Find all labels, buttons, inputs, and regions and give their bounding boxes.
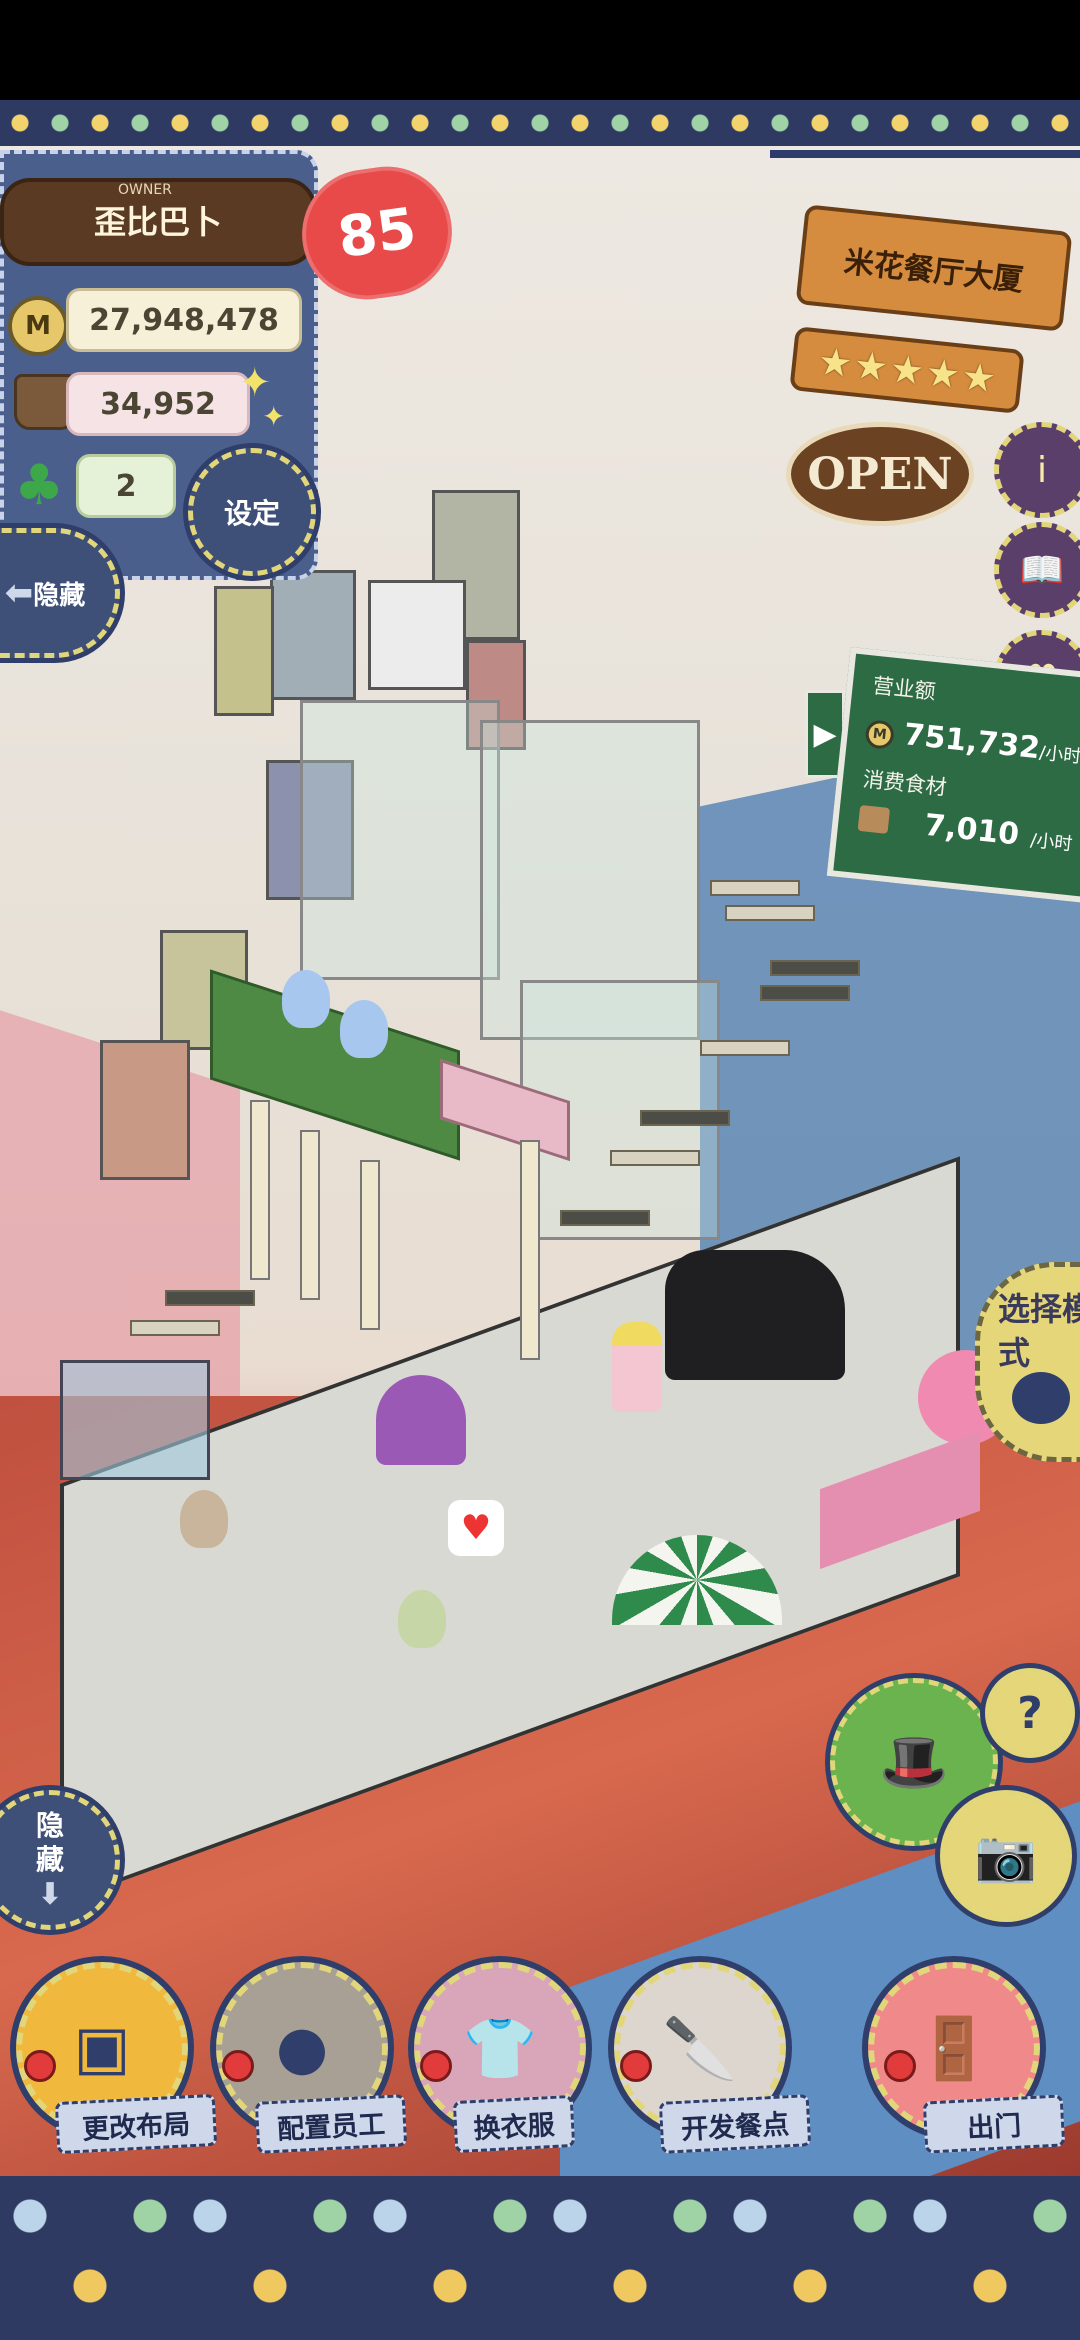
assign-staff-label[interactable]: 配置员工 (254, 2094, 408, 2154)
stair-step (165, 1290, 255, 1306)
develop-dish-label[interactable]: 开发餐点 (658, 2094, 812, 2154)
star-icon: ★ (923, 350, 963, 398)
question-icon: ? (1017, 1687, 1043, 1739)
sales-value: 751,732/小时 (902, 717, 1080, 770)
arrow-down-icon: ⬇ (37, 1876, 63, 1912)
book-icon: 📖 (1019, 550, 1065, 591)
settings-label: 设定 (223, 497, 280, 530)
table-icon: ▣ (73, 2013, 131, 2083)
change-layout-label[interactable]: 更改布局 (54, 2093, 218, 2155)
coin-icon: M (8, 296, 68, 356)
star-border-top (0, 100, 1080, 146)
blue-bunny (340, 1000, 388, 1058)
book-button[interactable]: 📖 (994, 522, 1080, 618)
purple-cake (376, 1375, 466, 1465)
coin-icon: M (864, 719, 896, 750)
column (360, 1160, 380, 1330)
column (300, 1130, 320, 1300)
glass-frame (300, 700, 500, 980)
customer-bear (398, 1590, 446, 1648)
stair-step (760, 985, 850, 1001)
heart-speech-bubble: ♥ (448, 1500, 504, 1556)
tower-block (214, 586, 274, 716)
stair-step (700, 1040, 790, 1056)
tower-block (270, 570, 356, 700)
hide-label: 隐藏 (33, 580, 86, 611)
stair-step (710, 880, 800, 896)
arrow-left-icon: ⬅ (4, 573, 34, 613)
star-icon: ★ (959, 353, 998, 402)
notification-pin (24, 2050, 56, 2082)
camera-icon: 📷 (974, 1826, 1038, 1885)
help-button[interactable]: ? (985, 1668, 1075, 1758)
sales-unit: /小时 (1038, 742, 1080, 768)
food-used-label: 消费食材 (861, 767, 948, 800)
knife-icon: 🔪 (662, 2013, 738, 2084)
coin-count: 27,948,478 (66, 288, 302, 352)
shirt-icon: 👕 (462, 2013, 538, 2084)
food-count: 34,952 (66, 372, 250, 436)
info-button[interactable]: i (994, 422, 1080, 518)
hat-icon: 🎩 (879, 1730, 949, 1795)
go-out-label[interactable]: 出门 (922, 2094, 1066, 2154)
owner-tag: OWNER (118, 182, 172, 198)
tower-block (100, 1040, 190, 1180)
stair-step (640, 1110, 730, 1126)
door-icon: 🚪 (916, 2013, 992, 2084)
notification-pin (222, 2050, 254, 2082)
grand-piano (665, 1250, 845, 1380)
notification-pin (420, 2050, 452, 2082)
bear-icon (1012, 1372, 1070, 1424)
clover-icon: ♣ (14, 453, 65, 518)
stair-step (610, 1150, 700, 1166)
blue-bunny (282, 970, 330, 1028)
sales-label: 营业额 (871, 673, 937, 705)
camera-button[interactable]: 📷 (940, 1790, 1072, 1922)
sales-number: 751,732 (902, 717, 1042, 767)
star-icon: ★ (815, 338, 855, 387)
stair-step (560, 1210, 650, 1226)
food-used-unit: /小时 (1029, 829, 1074, 856)
food-used-number: 7,010 (922, 807, 1021, 853)
column (520, 1140, 540, 1360)
hide-label: 隐藏 (35, 1808, 64, 1876)
stair-step (725, 905, 815, 921)
clover-count: 2 (76, 454, 176, 518)
star-icon: ★ (887, 346, 927, 394)
food-basket-icon (857, 804, 891, 834)
change-clothes-label[interactable]: 换衣服 (452, 2094, 576, 2154)
settings-button[interactable]: 设定 (188, 448, 316, 576)
stair-step (770, 960, 860, 976)
star-icon: ★ (851, 342, 891, 390)
food-used-value: 7,010/小时 (923, 808, 1075, 858)
notification-pin (884, 2050, 916, 2082)
notification-pin (620, 2050, 652, 2082)
waitress-character (612, 1322, 662, 1412)
stair-step (130, 1320, 220, 1336)
revenue-board: 营业额 M 751,732/小时 消费食材 7,010/小时 (826, 647, 1080, 903)
info-icon: i (1036, 449, 1047, 491)
bear-icon: ● (275, 2013, 329, 2083)
select-mode-label: 选择模式 (998, 1290, 1080, 1372)
tower-block (368, 580, 466, 690)
dessert-showcase (60, 1360, 210, 1480)
open-status-sign[interactable]: OPEN (786, 422, 974, 526)
customer-bunny (180, 1490, 228, 1548)
status-bar (0, 0, 1080, 100)
sparkle-icon: ✦ (262, 400, 286, 433)
column (250, 1100, 270, 1280)
star-border-bottom (0, 2176, 1080, 2340)
arrow-right-icon: ▶ (813, 716, 837, 752)
